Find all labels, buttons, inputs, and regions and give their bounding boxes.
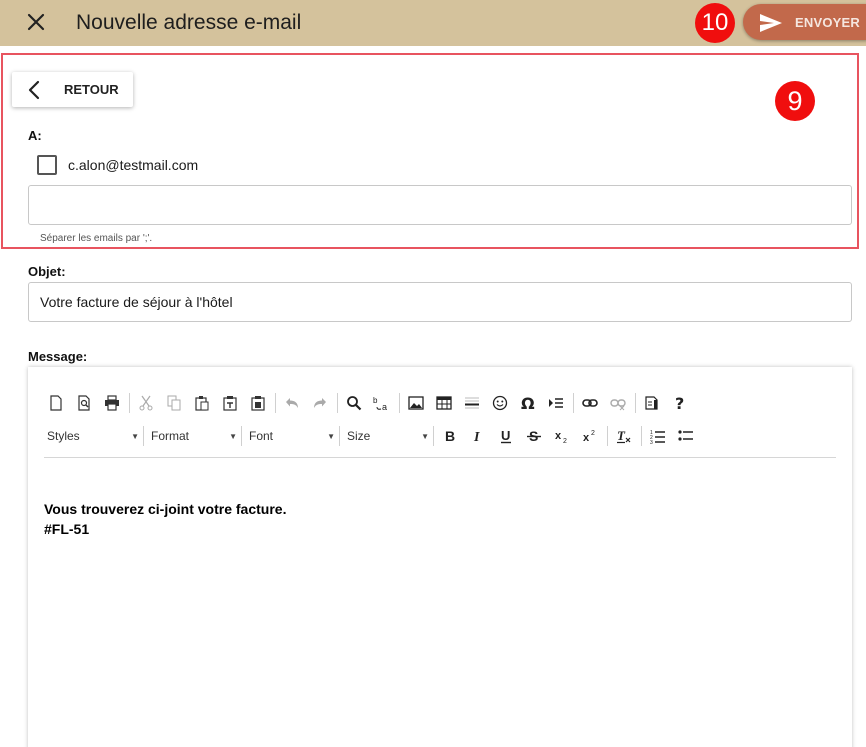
svg-text:x: x — [583, 432, 590, 444]
send-icon — [760, 14, 782, 32]
italic-icon[interactable]: I — [466, 424, 490, 448]
strikethrough-icon[interactable]: S — [522, 424, 546, 448]
toolbar-separator — [399, 393, 400, 413]
unlink-icon[interactable] — [606, 391, 630, 415]
back-button-label: RETOUR — [64, 82, 119, 97]
new-page-icon[interactable] — [44, 391, 68, 415]
svg-text:3: 3 — [650, 440, 653, 444]
svg-text:?: ? — [675, 395, 684, 411]
image-icon[interactable] — [404, 391, 428, 415]
styles-dropdown-label: Styles — [47, 429, 80, 443]
editor-toolbar-row-2: Styles▼ Format▼ Font▼ Size▼ B I U S x2 x… — [44, 423, 702, 449]
paste-icon[interactable] — [190, 391, 214, 415]
svg-text:I: I — [473, 430, 480, 444]
styles-dropdown[interactable]: Styles ▼ — [44, 424, 142, 448]
toolbar-separator — [573, 393, 574, 413]
toolbar-divider — [44, 457, 836, 458]
page-title: Nouvelle adresse e-mail — [76, 11, 302, 34]
send-button-label: ENVOYER — [795, 15, 860, 30]
toolbar-separator — [241, 426, 242, 446]
compose-email-page: Nouvelle adresse e-mail ENVOYER 10 9 RET… — [0, 0, 866, 747]
horizontal-line-icon[interactable] — [460, 391, 484, 415]
svg-text:a: a — [382, 402, 387, 411]
replace-icon[interactable]: ba — [370, 391, 394, 415]
print-icon[interactable] — [100, 391, 124, 415]
subject-input[interactable]: Votre facture de séjour à l'hôtel — [28, 282, 852, 322]
caret-down-icon: ▼ — [229, 431, 237, 441]
paste-text-icon[interactable] — [218, 391, 242, 415]
find-icon[interactable] — [342, 391, 366, 415]
link-icon[interactable] — [578, 391, 602, 415]
svg-text:B: B — [445, 428, 455, 444]
size-dropdown-label: Size — [347, 429, 371, 443]
close-icon[interactable] — [24, 10, 48, 34]
svg-text:U: U — [501, 428, 510, 443]
toolbar-separator — [607, 426, 608, 446]
step-badge-recipients: 9 — [775, 81, 815, 121]
page-break-icon[interactable] — [544, 391, 568, 415]
subject-label: Objet: — [28, 264, 66, 279]
toolbar-separator — [275, 393, 276, 413]
bulleted-list-icon[interactable] — [674, 424, 698, 448]
contact-checkbox[interactable] — [37, 155, 57, 175]
email-separator-hint: Séparer les emails par ';'. — [40, 233, 153, 244]
svg-text:2: 2 — [563, 438, 567, 444]
back-button[interactable]: RETOUR — [12, 72, 133, 107]
toolbar-separator — [635, 393, 636, 413]
smiley-icon[interactable] — [488, 391, 512, 415]
svg-text:b: b — [373, 396, 378, 405]
special-char-icon[interactable]: Ω — [516, 391, 540, 415]
help-icon[interactable]: ? — [668, 391, 692, 415]
font-dropdown-label: Font — [249, 429, 274, 443]
copy-icon[interactable] — [162, 391, 186, 415]
contact-email: c.alon@testmail.com — [68, 157, 199, 173]
font-dropdown[interactable]: Font ▼ — [246, 424, 338, 448]
message-line-1: Vous trouverez ci-joint votre facture. — [44, 501, 287, 517]
toolbar-separator — [129, 393, 130, 413]
format-dropdown[interactable]: Format ▼ — [148, 424, 240, 448]
message-editor: ba Ω ? Styles ▼ Format ▼ Font ▼ Size ▼ B… — [28, 367, 852, 747]
superscript-icon[interactable]: x2 — [578, 424, 602, 448]
toolbar-separator — [433, 426, 434, 446]
step-badge-send: 10 — [695, 3, 735, 43]
header-bar: Nouvelle adresse e-mail ENVOYER 10 — [0, 0, 866, 46]
source-icon[interactable] — [640, 391, 664, 415]
preview-icon[interactable] — [72, 391, 96, 415]
underline-icon[interactable]: U — [494, 424, 518, 448]
toolbar-separator — [339, 426, 340, 446]
svg-text:Ω: Ω — [521, 395, 535, 411]
message-line-2: #FL-51 — [44, 521, 90, 537]
redo-icon[interactable] — [308, 391, 332, 415]
chevron-left-icon — [28, 80, 40, 100]
toolbar-separator — [337, 393, 338, 413]
svg-text:T: T — [617, 428, 626, 443]
paste-word-icon[interactable] — [246, 391, 270, 415]
svg-text:x: x — [555, 430, 562, 442]
subscript-icon[interactable]: x2 — [550, 424, 574, 448]
undo-icon[interactable] — [280, 391, 304, 415]
numbered-list-icon[interactable]: 123 — [646, 424, 670, 448]
message-label: Message: — [28, 349, 88, 364]
toolbar-separator — [143, 426, 144, 446]
bold-icon[interactable]: B — [438, 424, 462, 448]
caret-down-icon: ▼ — [131, 431, 139, 441]
remove-format-icon[interactable]: T — [612, 424, 636, 448]
toolbar-separator — [641, 426, 642, 446]
svg-text:2: 2 — [591, 430, 595, 437]
message-body[interactable]: Vous trouverez ci-joint votre facture. #… — [44, 499, 286, 539]
format-dropdown-label: Format — [151, 429, 190, 443]
caret-down-icon: ▼ — [327, 431, 335, 441]
size-dropdown[interactable]: Size ▼ — [344, 424, 432, 448]
editor-toolbar-row-1: ba Ω ? — [44, 390, 696, 416]
caret-down-icon: ▼ — [421, 431, 429, 441]
cut-icon[interactable] — [134, 391, 158, 415]
email-input[interactable] — [28, 185, 852, 225]
send-button[interactable]: ENVOYER — [743, 4, 866, 40]
table-icon[interactable] — [432, 391, 456, 415]
to-label: A: — [28, 128, 42, 143]
